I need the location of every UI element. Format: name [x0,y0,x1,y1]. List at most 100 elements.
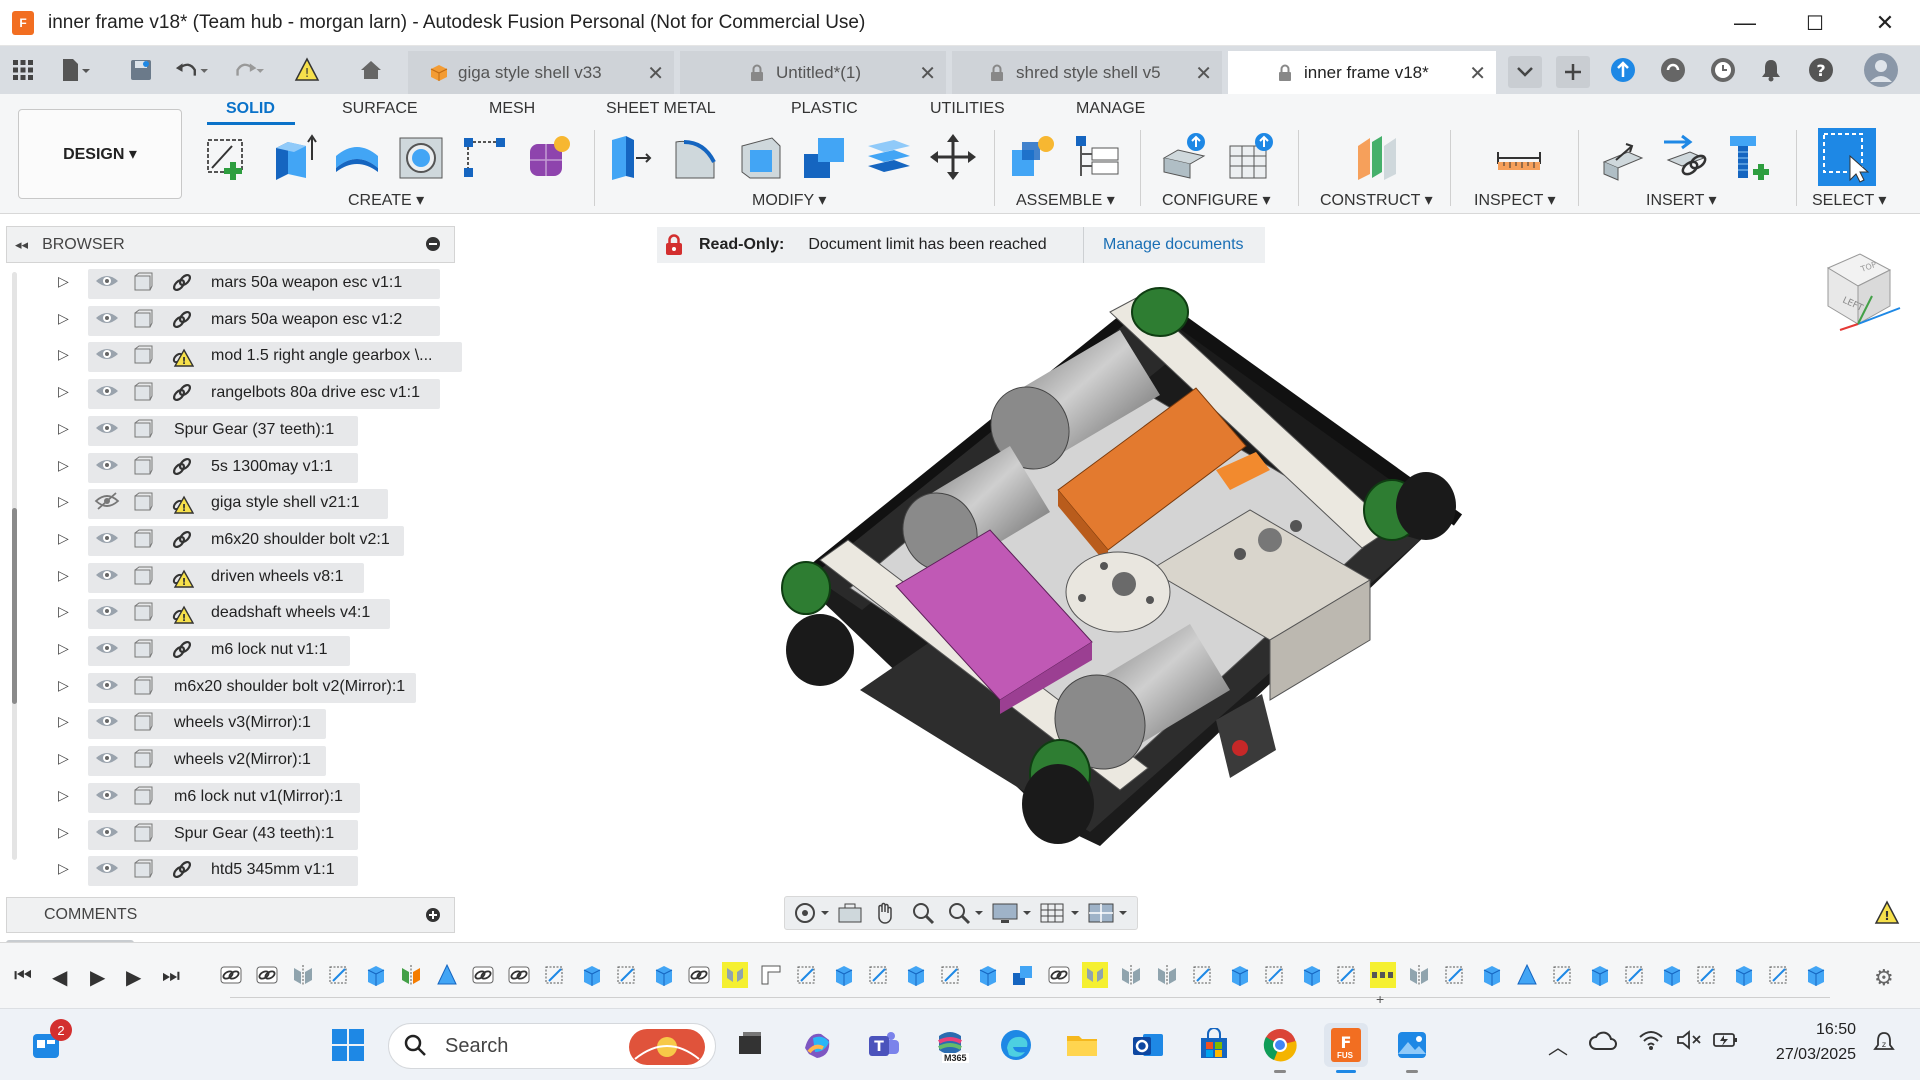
orbit-icon[interactable] [793,899,833,927]
expand-arrow-icon[interactable]: ▷ [58,713,69,730]
new-tab-plus-icon[interactable] [1556,56,1590,88]
clock-date[interactable]: 27/03/2025 [1748,1046,1856,1064]
timeline-feature-sketch-icon[interactable] [1766,962,1792,988]
browser-tree-item[interactable]: ▷ m6 lock nut v1(Mirror):1 [6,782,455,813]
offset-face-icon[interactable] [864,132,914,182]
warning-ruler-icon[interactable]: ! [290,54,324,86]
maximize-button[interactable]: ☐ [1780,0,1850,46]
tab-plastic[interactable]: PLASTIC [791,100,858,118]
browser-tree-item[interactable]: ▷ htd5 345mm v1:1 [6,855,455,886]
revolve-icon[interactable] [332,132,382,182]
browser-tree-item[interactable]: ▷ mars 50a weapon esc v1:1 [6,268,455,299]
timeline-feature-sketch-icon[interactable] [1550,962,1576,988]
configure-group-label[interactable]: CONFIGURE ▾ [1162,190,1270,210]
photos-icon[interactable] [1390,1023,1434,1073]
tab-giga-style-shell[interactable]: giga style shell v33 ✕ [408,51,674,94]
battery-charging-icon[interactable] [1712,1029,1740,1057]
joint-icon[interactable] [1072,132,1122,182]
visibility-eye-icon[interactable] [94,344,120,366]
timeline-feature-combine-icon[interactable] [1010,962,1036,988]
tab-overflow-chevron-icon[interactable] [1508,56,1542,88]
fusion-taskbar-icon[interactable]: F FUS [1324,1023,1368,1073]
grid-settings-icon[interactable] [1039,899,1083,927]
timeline-feature-pattern-icon[interactable] [1370,962,1396,988]
browser-tree-item[interactable]: ▷ wheels v2(Mirror):1 [6,745,455,776]
wheel[interactable] [781,561,831,615]
robot-model[interactable] [781,287,1463,846]
timeline-feature-joint-icon[interactable] [722,962,748,988]
create-sketch-icon[interactable] [202,132,252,182]
clock-time[interactable]: 16:50 [1790,1021,1856,1039]
tab-close-button[interactable]: ✕ [647,61,664,86]
browser-tree-item[interactable]: ▷ m6x20 shoulder bolt v2(Mirror):1 [6,672,455,703]
configure-icon[interactable] [1160,132,1210,182]
timeline-feature-sketch-icon[interactable] [614,962,640,988]
timeline-feature-sketch-icon[interactable] [938,962,964,988]
task-view-icon[interactable] [728,1023,772,1067]
wifi-icon[interactable] [1638,1029,1664,1057]
timeline-feature-sketch-icon[interactable] [1442,962,1468,988]
tab-close-button[interactable]: ✕ [1469,61,1486,86]
timeline-feature-mirror-icon[interactable] [290,962,316,988]
collapse-panel-icon[interactable]: ◂◂ [15,237,28,253]
microsoft-store-icon[interactable] [1192,1023,1236,1067]
visibility-eye-icon[interactable] [94,748,120,770]
timeline-feature-sketch-icon[interactable] [1622,962,1648,988]
pattern-icon[interactable] [460,132,510,182]
visibility-eye-icon[interactable] [94,308,120,330]
workspace-switcher-button[interactable]: DESIGN ▾ [18,109,182,199]
notification-bell-icon[interactable] [1754,54,1788,86]
tab-close-button[interactable]: ✕ [919,61,936,86]
outlook-icon[interactable] [1126,1023,1170,1067]
expand-arrow-icon[interactable]: ▷ [58,493,69,510]
look-at-icon[interactable] [837,899,869,927]
edge-browser-icon[interactable] [994,1023,1038,1067]
timeline-feature-sketch-icon[interactable] [542,962,568,988]
clock-icon[interactable] [1706,54,1740,86]
timeline-feature-box-icon[interactable] [1658,962,1684,988]
browser-tree-item[interactable]: ▷! mod 1.5 right angle gearbox \... [6,341,462,372]
expand-arrow-icon[interactable]: ▷ [58,677,69,694]
create-group-label[interactable]: CREATE ▾ [348,190,424,210]
tab-surface[interactable]: SURFACE [342,100,418,118]
timeline-feature-box-icon[interactable] [650,962,676,988]
timeline-feature-box-icon[interactable] [1586,962,1612,988]
browser-tree-item[interactable]: ▷! deadshaft wheels v4:1 [6,598,455,629]
onedrive-cloud-icon[interactable] [1588,1029,1618,1059]
inspect-group-label[interactable]: INSPECT ▾ [1474,190,1556,210]
visibility-eye-icon[interactable] [94,822,120,844]
expand-arrow-icon[interactable]: ▷ [58,273,69,290]
timeline-feature-sketch-icon[interactable] [866,962,892,988]
browser-tree-item[interactable]: ▷ Spur Gear (43 teeth):1 [6,819,455,850]
tab-manage[interactable]: MANAGE [1076,100,1145,118]
browser-tree-item[interactable]: ▷ mars 50a weapon esc v1:2 [6,305,455,336]
timeline-feature-sketch-icon[interactable] [326,962,352,988]
timeline-feature-joint-icon[interactable] [1082,962,1108,988]
expand-arrow-icon[interactable]: ▷ [58,383,69,400]
m365-icon[interactable]: M365 [928,1023,972,1067]
save-icon[interactable] [124,54,158,86]
expand-arrow-icon[interactable]: ▷ [58,567,69,584]
insert-derive-icon[interactable] [1598,132,1648,182]
extrude-icon[interactable] [268,132,318,182]
form-icon[interactable] [524,132,574,182]
visibility-eye-icon[interactable] [94,675,120,697]
timeline-feature-mirror-icon[interactable] [1118,962,1144,988]
help-icon[interactable]: ? [1804,54,1838,86]
timeline-feature-sketch-icon[interactable] [794,962,820,988]
notifications-center-icon[interactable]: z [1872,1031,1896,1061]
browser-tree-item[interactable]: ▷ 5s 1300may v1:1 [6,452,455,483]
undo-icon[interactable] [174,54,208,86]
tab-shred-style-shell[interactable]: shred style shell v5 ✕ [952,51,1222,94]
close-button[interactable]: ✕ [1850,0,1920,46]
move-copy-icon[interactable] [928,132,978,182]
timeline-feature-link-icon[interactable] [218,962,244,988]
timeline-feature-box-icon[interactable] [830,962,856,988]
expand-arrow-icon[interactable]: ▷ [58,346,69,363]
tab-close-button[interactable]: ✕ [1195,61,1212,86]
modify-group-label[interactable]: MODIFY ▾ [752,190,826,210]
widgets-icon[interactable]: 2 [26,1019,72,1067]
timeline-feature-box-icon[interactable] [1226,962,1252,988]
timeline-feature-mirror-icon[interactable] [1154,962,1180,988]
browser-tree-item[interactable]: ▷! driven wheels v8:1 [6,562,455,593]
